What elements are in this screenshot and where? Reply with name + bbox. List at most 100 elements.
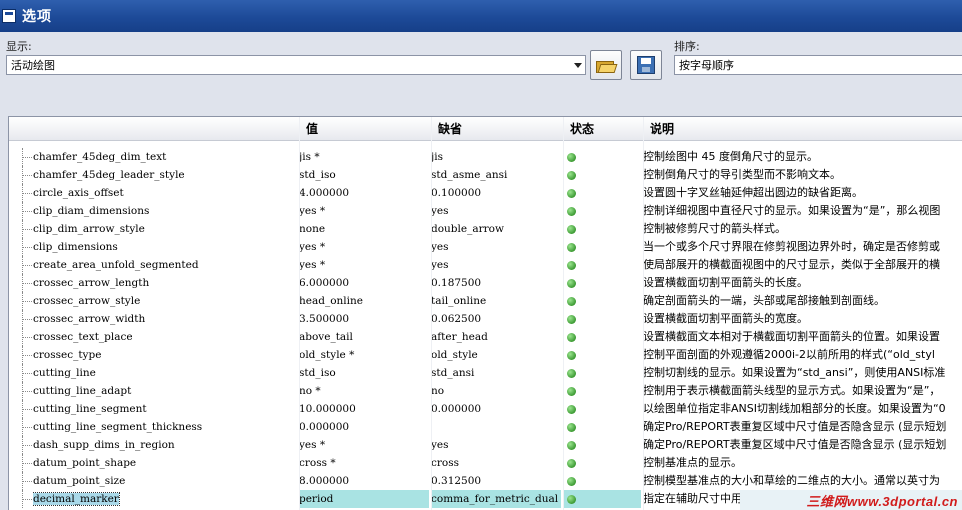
option-value[interactable]: old_style * [299,346,429,364]
table-row[interactable]: datum_point_shape cross * cross 控制基准点的显示。 [9,454,962,472]
option-value[interactable]: jis * [299,148,429,166]
option-name: cutting_line_adapt [33,385,132,397]
table-row[interactable]: dash_supp_dims_in_region yes * yes 确定Pro/RE… [9,436,962,454]
table-row[interactable]: crossec_arrow_width 3.500000 0.062500 设置横截面… [9,310,962,328]
option-default: yes [431,241,449,253]
column-divider [563,117,564,510]
tree-connector [23,463,32,464]
tree-connector [23,499,32,500]
option-name: crossec_arrow_length [33,277,150,289]
option-value[interactable]: head_online [299,292,429,310]
option-value[interactable]: yes * [299,202,429,220]
option-value[interactable]: 8.000000 [299,472,429,490]
option-value[interactable]: std_iso [299,166,429,184]
option-description: 控制被修剪尺寸的箭头样式。 [643,222,786,235]
status-ok-icon [567,279,576,288]
option-value[interactable]: no * [299,382,429,400]
table-row[interactable]: circle_axis_offset 4.000000 0.100000 设置圆十字叉… [9,184,962,202]
option-value[interactable]: yes * [299,238,429,256]
sort-select[interactable]: 按字母顺序 [674,55,962,75]
tree-connector [23,427,32,428]
table-row[interactable]: cutting_line std_iso std_ansi 控制切割线的显示。如果设置… [9,364,962,382]
option-value[interactable]: none [299,220,429,238]
option-description: 确定Pro/REPORT表重复区域中尺寸值是否隐含显示 (显示短划 [643,438,947,451]
option-value[interactable]: std_iso [299,364,429,382]
table-row[interactable]: create_area_unfold_segmented yes * yes 使局部展… [9,256,962,274]
option-value[interactable]: yes * [299,436,429,454]
option-value[interactable]: cross * [299,454,429,472]
status-ok-icon [567,423,576,432]
table-row[interactable]: crossec_arrow_length 6.000000 0.187500 设置横截… [9,274,962,292]
option-value[interactable]: above_tail [299,328,429,346]
option-value[interactable]: 10.000000 [299,400,429,418]
column-divider [431,117,432,510]
tree-connector [23,229,32,230]
status-ok-icon [567,315,576,324]
status-ok-icon [567,297,576,306]
tree-connector [23,409,32,410]
status-ok-icon [567,171,576,180]
table-row[interactable]: cutting_line_adapt no * no 控制用于表示横截面箭头线型的显示… [9,382,962,400]
option-name: create_area_unfold_segmented [33,259,199,271]
option-value[interactable]: yes * [299,256,429,274]
tree-connector [23,337,32,338]
option-default: after_head [431,331,488,343]
status-ok-icon [567,459,576,468]
table-row[interactable]: clip_diam_dimensions yes * yes 控制详细视图中直径尺寸的… [9,202,962,220]
option-value[interactable]: 0.000000 [299,418,429,436]
table-row[interactable]: cutting_line_segment 10.000000 0.000000 以绘图… [9,400,962,418]
option-description: 确定Pro/REPORT表重复区域中尺寸值是否隐含显示 (显示短划 [643,420,947,433]
column-header-value[interactable]: 值 [299,117,431,141]
tree-connector [23,319,32,320]
table-row[interactable]: crossec_text_place above_tail after_head 设置… [9,328,962,346]
save-config-button[interactable] [630,50,662,80]
option-name: crossec_arrow_style [33,295,141,307]
status-ok-icon [567,405,576,414]
table-row[interactable]: clip_dim_arrow_style none double_arrow 控制被修… [9,220,962,238]
option-description: 控制详细视图中直径尺寸的显示。如果设置为“是”，那么视图 [643,204,941,217]
open-config-button[interactable] [590,50,622,80]
option-name: cutting_line [33,367,96,379]
column-header-description[interactable]: 说明 [643,117,962,141]
save-icon [637,56,655,74]
table-row[interactable]: crossec_type old_style * old_style 控制平面剖面的外… [9,346,962,364]
option-value[interactable]: 4.000000 [299,184,429,202]
column-header-status[interactable]: 状态 [563,117,643,141]
option-default: cross [431,457,459,469]
display-select[interactable]: 活动绘图 [6,55,586,75]
tree-connector [23,301,32,302]
tree-connector [23,283,32,284]
table-row[interactable]: datum_point_size 8.000000 0.312500 控制模型基准点的… [9,472,962,490]
option-default: 0.312500 [431,475,482,487]
option-description: 确定剖面箭头的一端，头部或尾部接触到剖面线。 [643,294,885,307]
column-header-default[interactable]: 缺省 [431,117,563,141]
option-description: 控制切割线的显示。如果设置为“std_ansi”，则使用ANSI标准 [643,366,946,379]
option-description: 设置横截面切割平面箭头的长度。 [643,276,808,289]
option-description: 以绘图单位指定非ANSI切割线加粗部分的长度。如果设置为“0 [643,402,946,415]
status-ok-icon [567,261,576,270]
title-bar: 选项 [0,0,962,32]
option-name: circle_axis_offset [33,187,124,199]
option-description: 当一个或多个尺寸界限在修剪视图边界外时，确定是否修剪或 [643,240,940,253]
option-description: 控制用于表示横截面箭头线型的显示方式。如果设置为“是”， [643,384,941,397]
sort-select-value: 按字母顺序 [679,59,734,72]
table-row[interactable]: crossec_arrow_style head_online tail_onlin… [9,292,962,310]
table-row[interactable]: chamfer_45deg_leader_style std_iso std_asm… [9,166,962,184]
table-row[interactable]: chamfer_45deg_dim_text jis * jis 控制绘图中 45 度… [9,148,962,166]
column-header-name[interactable] [9,117,299,141]
tree-connector [23,157,32,158]
option-value[interactable]: 3.500000 [299,310,429,328]
option-name: crossec_text_place [33,331,133,343]
table-row[interactable]: cutting_line_segment_thickness 0.000000 确定… [9,418,962,436]
option-value[interactable]: period [299,490,429,508]
option-name: clip_dimensions [33,241,118,253]
option-description: 设置圆十字叉丝轴延伸超出圆边的缺省距离。 [643,186,863,199]
display-label: 显示: [6,40,32,53]
table-header: 值 缺省 状态 说明 [9,117,962,141]
option-value[interactable]: 6.000000 [299,274,429,292]
option-name: decimal_marker [33,492,120,506]
table-row[interactable]: clip_dimensions yes * yes 当一个或多个尺寸界限在修剪视图边界… [9,238,962,256]
option-default: 0.062500 [431,313,482,325]
tree-connector [23,391,32,392]
chevron-down-icon[interactable] [574,63,582,68]
